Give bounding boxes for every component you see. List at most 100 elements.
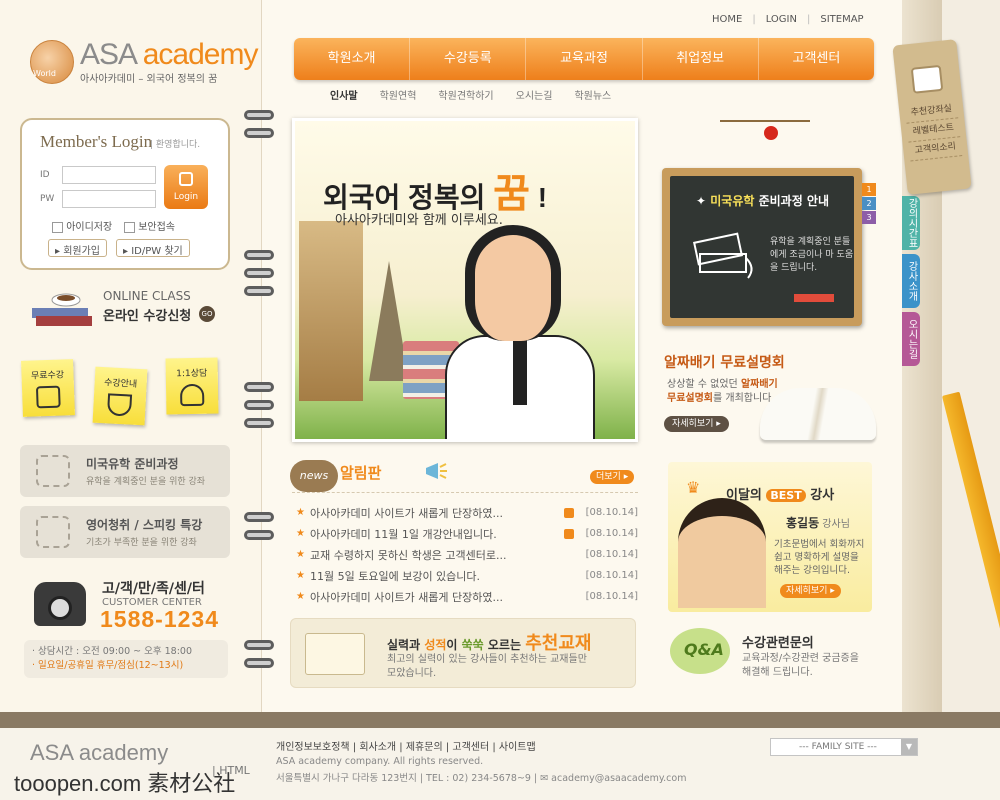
save-id-option[interactable]: 아이디저장 — [52, 218, 112, 233]
subnav-greeting[interactable]: 인사말 — [330, 87, 358, 102]
best-teacher-more-button[interactable]: 자세히보기 ▸ — [780, 584, 841, 598]
password-input[interactable] — [62, 190, 156, 208]
board-text: 유학을 계획중인 분들에게 조금이나 마 도움을 드립니다. — [770, 237, 854, 273]
open-book-illustration — [760, 388, 876, 440]
holiday-line: · 일요일/공휴일 휴무/점심(12~13시) — [32, 660, 184, 671]
star-icon: ★ — [296, 570, 305, 581]
notice-text: 아사아카데미 사이트가 새롭게 단장하였... — [310, 506, 504, 520]
free-seminar-more-button[interactable]: 자세히보기 ▸ — [664, 416, 729, 432]
logo[interactable]: ASA academy — [80, 38, 258, 72]
free-seminar-highlight-1: 알짜배기 — [740, 379, 778, 390]
spiral-ring — [244, 110, 274, 120]
sub-navigation: 인사말 학원연혁 학원견학하기 오시는길 학원뉴스 — [330, 87, 611, 102]
board-page-1[interactable]: 1 — [862, 183, 876, 196]
id-input[interactable] — [62, 166, 156, 184]
nav-registration[interactable]: 수강등록 — [410, 38, 527, 80]
qa-title[interactable]: 수강관련문의 — [742, 632, 814, 651]
secure-option[interactable]: 보안접속 — [124, 218, 175, 233]
customer-center-phone: 1588-1234 — [100, 606, 219, 632]
main-navigation: 학원소개 수강등록 교육과정 취업정보 고객센터 — [294, 38, 874, 80]
guide-book-icon — [106, 393, 133, 417]
sticky-consult[interactable]: 1:1상담 — [165, 357, 219, 415]
footer-logo[interactable]: ASA academy — [30, 740, 168, 766]
teacher-name-text: 홍길동 — [786, 516, 820, 530]
logo-prefix: ASA — [80, 38, 143, 71]
qa-desc-line-2: 해결해 드립니다. — [742, 667, 813, 678]
sticky-free-lesson[interactable]: 무료수강 — [21, 359, 75, 417]
notice-item[interactable]: ★ 아사아카데미 사이트가 새롭게 단장하였... [08.10.14] — [296, 502, 638, 523]
qa-icon[interactable]: Q&A — [670, 628, 730, 674]
spiral-ring — [244, 512, 274, 522]
free-seminar-highlight-2: 무료설명회 — [667, 393, 713, 404]
subnav-tour[interactable]: 학원견학하기 — [438, 87, 493, 102]
book-drawing-icon — [693, 232, 753, 279]
star-icon: ★ — [296, 549, 305, 560]
tab-timetable[interactable]: 강의시간표 — [902, 196, 920, 250]
notice-title: 알림판 — [340, 464, 382, 482]
notice-item[interactable]: ★ 11월 5일 토요일에 보강이 있습니다. [08.10.14] — [296, 565, 638, 586]
spiral-ring — [244, 658, 274, 668]
cathedral-illustration — [299, 221, 363, 401]
card-us-prep[interactable]: 미국유학 준비과정 유학을 계획중인 분을 위한 강좌 — [20, 445, 230, 497]
best-title-post: 강사 — [805, 488, 835, 503]
recommend-desc-line-1: 최고의 실력이 있는 강사들이 추천하는 교재들만 — [387, 654, 587, 665]
tag-customer-voice[interactable]: 고객의소리 — [908, 137, 963, 162]
recommend-word: 쑥쑥 — [461, 638, 484, 652]
notice-item[interactable]: ★ 교재 수령하지 못하신 학생은 고객센터로... [08.10.14] — [296, 544, 638, 565]
recommended-books-banner[interactable]: 실력과 성적이 쑥쑥 오르는 추천교재 최고의 실력이 있는 강사들이 추천하는… — [290, 618, 636, 688]
family-site-select[interactable]: --- FAMILY SITE --- ▼ — [770, 738, 918, 756]
board-title-rest: 준비과정 안내 — [754, 194, 830, 208]
notice-date: [08.10.14] — [585, 570, 638, 581]
notice-item[interactable]: ★ 아사아카데미 사이트가 새롭게 단장하였... [08.10.14] — [296, 586, 638, 607]
chalk-eraser — [794, 294, 834, 302]
subnav-news[interactable]: 학원뉴스 — [574, 87, 611, 102]
teacher-name-suffix: 강사님 — [819, 519, 850, 530]
home-link[interactable]: HOME — [712, 14, 742, 25]
footer-links[interactable]: 개인정보보호정책 | 회사소개 | 제휴문의 | 고객센터 | 사이트맵 — [276, 738, 536, 753]
login-button-label: Login — [173, 192, 199, 202]
join-label: 회원가입 — [63, 246, 101, 257]
books-coffee-icon[interactable] — [30, 284, 94, 328]
sticky-course-guide[interactable]: 수강안내 — [92, 366, 148, 426]
spiral-ring — [244, 250, 274, 260]
spiral-ring — [244, 418, 274, 428]
spiral-ring — [244, 530, 274, 540]
secure-checkbox[interactable] — [124, 221, 135, 233]
teacher-photo — [678, 498, 766, 608]
go-button[interactable]: GO — [199, 306, 215, 322]
online-class-link[interactable]: 온라인 수강신청 — [103, 305, 191, 324]
save-id-checkbox[interactable] — [52, 221, 63, 233]
star-icon: ★ — [296, 591, 305, 602]
chalkboard-banner[interactable]: ✦ 미국유학 준비과정 안내 유학을 계획중인 분들에게 조금이나 마 도움을 … — [662, 168, 862, 326]
notice-item[interactable]: ★ 아사아카데미 11월 1일 개강안내입니다. [08.10.14] — [296, 523, 638, 544]
board-page-2[interactable]: 2 — [862, 197, 876, 210]
notice-text: 아사아카데미 11월 1일 개강안내입니다. — [310, 527, 497, 541]
nav-jobs[interactable]: 취업정보 — [643, 38, 759, 80]
board-title-highlight: 미국유학 — [710, 194, 755, 208]
logo-globe-icon[interactable]: World — [30, 40, 74, 84]
sticky-label: 수강안내 — [103, 378, 138, 390]
nav-support[interactable]: 고객센터 — [759, 38, 874, 80]
new-badge-icon — [564, 507, 574, 518]
open-book-plant-icon — [305, 633, 365, 675]
tab-instructors[interactable]: 강사소개 — [902, 254, 920, 308]
family-site-value: --- FAMILY SITE --- — [799, 742, 877, 752]
nav-courses[interactable]: 교육과정 — [526, 38, 643, 80]
tab-directions[interactable]: 오시는길 — [902, 312, 920, 366]
login-button[interactable]: Login — [164, 165, 208, 209]
notice-date: [08.10.14] — [585, 591, 638, 602]
nav-about[interactable]: 학원소개 — [294, 38, 411, 80]
card-listening-speaking[interactable]: 영어청취 / 스피킹 특강 기초가 부족한 분을 위한 강좌 — [20, 506, 230, 558]
news-badge: news — [290, 460, 338, 492]
find-idpw-button[interactable]: ▸ ID/PW 찾기 — [116, 239, 190, 257]
notice-more-button[interactable]: 더보기 ▸ — [590, 470, 635, 484]
id-label: ID — [40, 170, 50, 180]
subnav-history[interactable]: 학원연혁 — [380, 87, 417, 102]
login-link[interactable]: LOGIN — [766, 14, 797, 25]
sitemap-link[interactable]: SITEMAP — [820, 14, 863, 25]
hero-banner[interactable]: 외국어 정복의 꿈 ! 아사아카데미와 함께 이루세요. — [292, 118, 638, 442]
recommend-word: 오르는 — [483, 638, 526, 652]
join-button[interactable]: ▸ 회원가입 — [48, 239, 108, 257]
board-page-3[interactable]: 3 — [862, 211, 876, 224]
subnav-directions[interactable]: 오시는길 — [516, 87, 553, 102]
